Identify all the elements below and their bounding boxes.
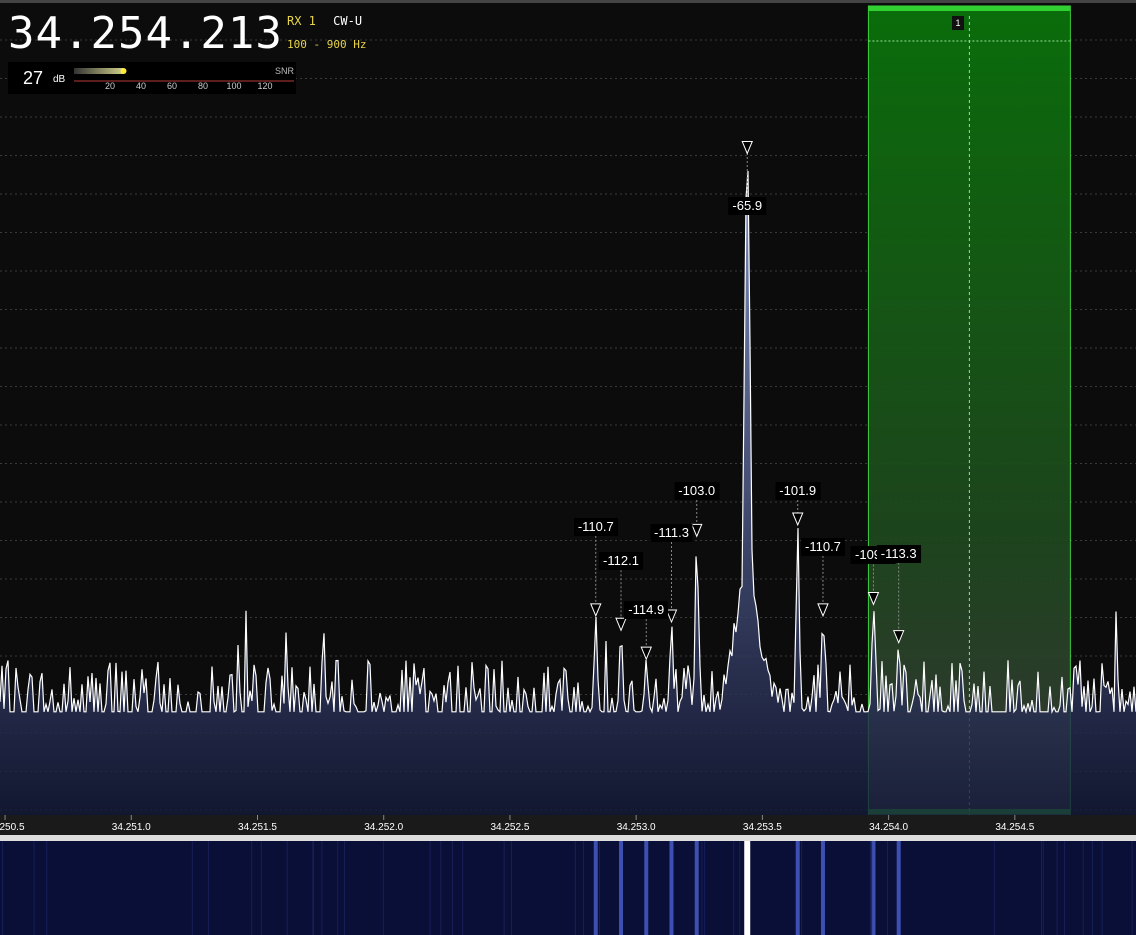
waterfall-noise: [598, 841, 600, 935]
peak-label: -112.1: [599, 552, 643, 571]
top-border: [0, 0, 1136, 3]
snr-tick: 80: [197, 81, 208, 91]
waterfall-signal: [593, 841, 598, 935]
waterfall-signal: [694, 841, 699, 935]
rx-info: RX 1 CW-U: [287, 14, 372, 28]
waterfall-noise: [462, 841, 464, 935]
peak-label: -65.9: [728, 197, 767, 215]
waterfall-noise: [887, 841, 889, 935]
passband-top-edge: [868, 6, 1071, 11]
mode-label[interactable]: CW-U: [333, 14, 362, 28]
waterfall-noise: [511, 841, 513, 935]
freq-tick-label: 34.251.0: [111, 822, 151, 833]
freq-axis-bar[interactable]: [0, 815, 1136, 835]
waterfall-noise: [191, 841, 193, 935]
waterfall-noise: [312, 841, 314, 935]
waterfall-signal: [795, 841, 800, 935]
waterfall-noise: [733, 841, 735, 935]
waterfall-noise: [451, 841, 453, 935]
waterfall-signal: [669, 841, 674, 935]
waterfall-noise: [739, 841, 741, 935]
waterfall-noise: [1, 841, 3, 935]
freq-tick-label: 34.251.5: [238, 822, 277, 833]
waterfall-signal: [744, 841, 751, 935]
waterfall-noise: [1056, 841, 1058, 935]
waterfall-noise: [429, 841, 431, 935]
waterfall-noise: [704, 841, 706, 935]
snr-tick: 20: [104, 81, 115, 91]
waterfall-noise: [993, 841, 995, 935]
waterfall-signal: [644, 841, 649, 935]
waterfall-noise: [801, 841, 803, 935]
waterfall-noise: [871, 841, 873, 935]
snr-value: 27: [23, 68, 44, 88]
freq-tick-label: 34.253.5: [742, 822, 782, 833]
freq-tick-label: 34.250.5: [0, 822, 25, 833]
axis-separator: [0, 835, 1136, 841]
peak-label: -110.7: [801, 537, 845, 556]
waterfall-noise: [286, 841, 288, 935]
waterfall-noise: [1091, 841, 1093, 935]
snr-fill: [74, 68, 124, 74]
snr-tick: 40: [135, 81, 146, 91]
waterfall-noise: [1101, 841, 1103, 935]
waterfall-noise: [33, 841, 35, 935]
waterfall-noise: [207, 841, 209, 935]
peak-label: -103.0: [674, 482, 720, 500]
snr-unit: dB: [53, 74, 66, 85]
freq-tick-label: 34.254.0: [869, 822, 909, 833]
snr-dot: [120, 68, 127, 74]
waterfall-noise: [1040, 841, 1042, 935]
waterfall-noise: [574, 841, 576, 935]
passband-marker-label[interactable]: 1: [952, 16, 964, 30]
waterfall-noise: [382, 841, 384, 935]
waterfall-noise: [1082, 841, 1084, 935]
peak-label: -110.7: [573, 517, 618, 536]
waterfall-signal: [896, 841, 901, 935]
waterfall-noise: [251, 841, 253, 935]
waterfall-noise: [46, 841, 48, 935]
snr-tick: 60: [166, 81, 177, 91]
waterfall-noise: [343, 841, 345, 935]
vfo-frequency[interactable]: 34.254.213: [8, 6, 283, 62]
waterfall-noise: [1042, 841, 1044, 935]
freq-tick-label: 34.252.5: [490, 822, 530, 833]
freq-tick-label: 34.253.0: [616, 822, 656, 833]
peak-label: -114.9: [624, 601, 669, 620]
snr-bar: [74, 68, 294, 82]
waterfall-noise: [503, 841, 505, 935]
waterfall-noise: [260, 841, 262, 935]
waterfall-noise: [1064, 841, 1066, 935]
waterfall-signal: [820, 841, 825, 935]
waterfall-noise: [582, 841, 584, 935]
waterfall-signal: [619, 841, 624, 935]
peak-label: -111.3: [650, 524, 693, 542]
waterfall-noise: [337, 841, 339, 935]
filter-width[interactable]: 100 - 900 Hz: [287, 38, 366, 51]
waterfall-noise: [869, 841, 871, 935]
freq-tick-label: 34.254.5: [995, 822, 1035, 833]
snr-tick: 100: [226, 81, 242, 91]
panadapter-chart[interactable]: [0, 0, 1136, 935]
waterfall-noise: [701, 841, 703, 935]
snr-tick: 120: [257, 81, 273, 91]
waterfall-noise: [321, 841, 323, 935]
peak-label: -101.9: [775, 482, 821, 500]
freq-tick-label: 34.252.0: [364, 822, 404, 833]
peak-label: -113.3: [876, 544, 921, 563]
snr-meter: 27 dB SNR 20 40 60 80 100 120: [8, 62, 296, 94]
waterfall-noise: [440, 841, 442, 935]
receiver-label[interactable]: RX 1: [287, 14, 316, 28]
waterfall-noise: [1131, 841, 1133, 935]
waterfall[interactable]: [0, 841, 1136, 935]
